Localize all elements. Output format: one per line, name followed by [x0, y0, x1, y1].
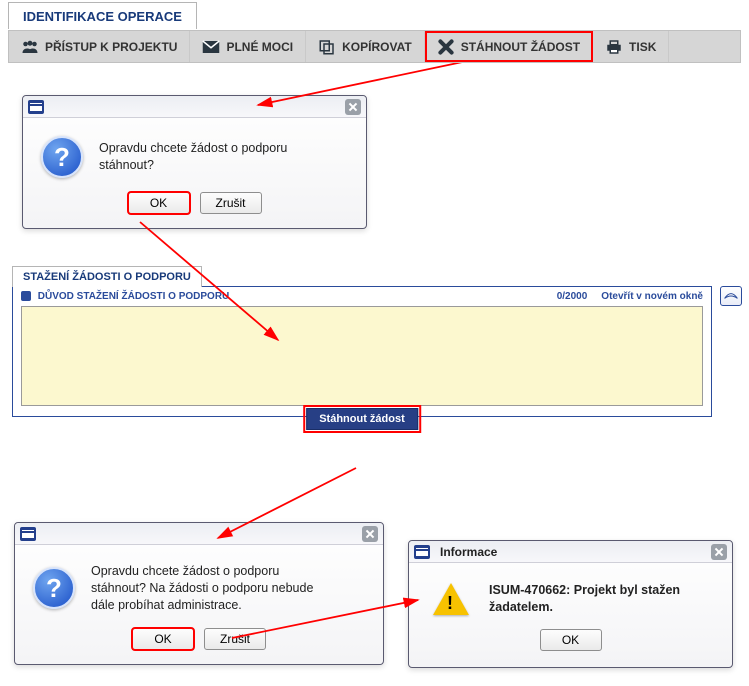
confirm-dialog-1: ? Opravdu chcete žádost o podporu stáhno… [22, 95, 367, 229]
window-icon [414, 545, 430, 559]
toolbar-pristup-k-projektu[interactable]: PŘÍSTUP K PROJEKTU [9, 31, 190, 62]
x-bold-icon [437, 39, 455, 55]
window-icon [28, 100, 44, 114]
window-icon [20, 527, 36, 541]
toolbar-stahnout-zadost[interactable]: STÁHNOUT ŽÁDOST [425, 31, 593, 62]
toolbar-kopirovat[interactable]: KOPÍROVAT [306, 31, 425, 62]
group-icon [21, 39, 39, 55]
confirm-dialog-2: ? Opravdu chcete žádost o podporu stáhno… [14, 522, 384, 665]
toolbar-label: PŘÍSTUP K PROJEKTU [45, 40, 177, 54]
envelope-icon [202, 39, 220, 55]
copy-icon [318, 39, 336, 55]
toolbar-label: STÁHNOUT ŽÁDOST [461, 40, 580, 54]
warning-icon [433, 581, 469, 617]
toolbar-plne-moci[interactable]: PLNÉ MOCI [190, 31, 306, 62]
toolbar-label: TISK [629, 40, 656, 54]
dialog-text: ISUM-470662: Projekt byl stažen žadatele… [489, 582, 709, 616]
aside-collapse-icon[interactable] [720, 286, 742, 306]
toolbar-label: KOPÍROVAT [342, 40, 412, 54]
toolbar: PŘÍSTUP K PROJEKTU PLNÉ MOCI KOPÍROVAT S… [8, 30, 741, 63]
stahnout-zadost-button[interactable]: Stáhnout žádost [306, 408, 418, 430]
question-icon: ? [41, 136, 83, 178]
field-label: DŮVOD STAŽENÍ ŽÁDOSTI O PODPORU [21, 291, 229, 302]
dialog-text: Opravdu chcete žádost o podporu stáhnout… [99, 140, 339, 174]
dialog-titlebar [15, 523, 383, 545]
cancel-button[interactable]: Zrušit [200, 192, 262, 214]
dialog-text: Opravdu chcete žádost o podporu stáhnout… [91, 563, 331, 614]
close-icon[interactable] [345, 99, 361, 115]
close-icon[interactable] [362, 526, 378, 542]
ok-button[interactable]: OK [132, 628, 194, 650]
print-icon [605, 39, 623, 55]
close-icon[interactable] [711, 544, 727, 560]
panel-stazeni-zadosti: STAŽENÍ ŽÁDOSTI O PODPORU DŮVOD STAŽENÍ … [12, 286, 712, 417]
tab-identifikace-operace[interactable]: IDENTIFIKACE OPERACE [8, 2, 197, 29]
char-counter: 0/2000 [557, 291, 588, 302]
ok-button[interactable]: OK [128, 192, 190, 214]
dialog-title: Informace [440, 545, 497, 559]
question-icon: ? [33, 567, 75, 609]
dialog-titlebar: Informace [409, 541, 732, 563]
open-in-new-window-link[interactable]: Otevřít v novém okně [601, 291, 703, 302]
dialog-titlebar [23, 96, 366, 118]
ok-button[interactable]: OK [540, 629, 602, 651]
cancel-button[interactable]: Zrušit [204, 628, 266, 650]
toolbar-label: PLNÉ MOCI [226, 40, 293, 54]
info-dialog: Informace ISUM-470662: Projekt byl staže… [408, 540, 733, 668]
panel-tab[interactable]: STAŽENÍ ŽÁDOSTI O PODPORU [12, 266, 202, 287]
toolbar-tisk[interactable]: TISK [593, 31, 669, 62]
reason-textarea[interactable] [21, 306, 703, 406]
